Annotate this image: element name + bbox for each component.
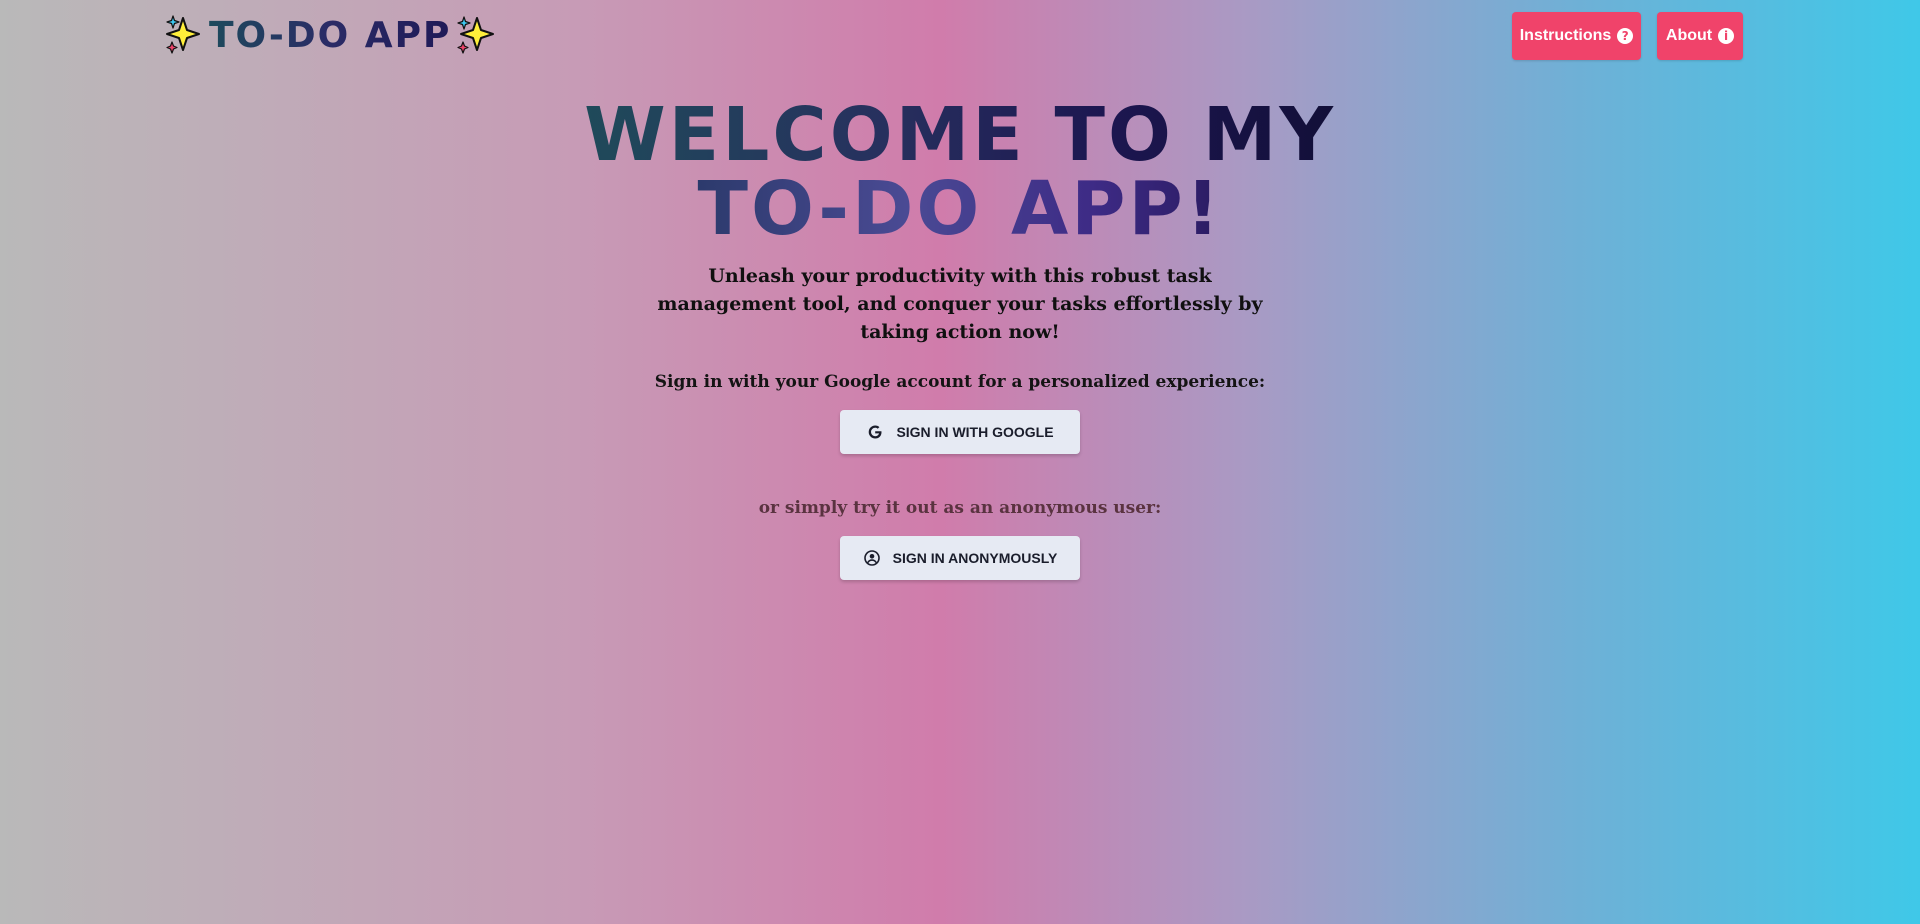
google-signin-label: SIGN IN WITH GOOGLE <box>896 424 1054 440</box>
app-logo[interactable]: TO-DO APP <box>163 14 497 56</box>
google-signin-prompt: Sign in with your Google account for a p… <box>654 372 1266 392</box>
page-title: WELCOME TO MY TO-DO APP! <box>0 98 1920 246</box>
logo-text: TO-DO APP <box>209 14 452 56</box>
question-circle-icon: ? <box>1617 28 1634 44</box>
google-icon <box>866 423 884 441</box>
anonymous-signin-prompt: or simply try it out as an anonymous use… <box>758 498 1162 518</box>
instructions-button[interactable]: Instructions ? <box>1512 12 1641 60</box>
user-circle-icon <box>863 549 881 567</box>
anonymous-signin-button[interactable]: SIGN IN ANONYMOUSLY <box>840 536 1080 580</box>
tagline: Unleash your productivity with this robu… <box>657 265 1263 343</box>
google-signin-button[interactable]: SIGN IN WITH GOOGLE <box>840 410 1080 454</box>
sparkles-icon <box>166 15 200 54</box>
sparkles-icon <box>457 16 495 54</box>
top-navbar: TO-DO APP Instructions ? About i <box>0 0 1920 76</box>
instructions-label: Instructions <box>1519 27 1612 44</box>
hero-section: WELCOME TO MY TO-DO APP! Unleash your pr… <box>0 98 1920 580</box>
anonymous-signin-label: SIGN IN ANONYMOUSLY <box>892 550 1058 566</box>
about-label: About <box>1665 27 1713 44</box>
about-button[interactable]: About i <box>1657 12 1743 60</box>
title-line-2: TO-DO APP! <box>697 166 1223 252</box>
title-line-1: WELCOME TO MY <box>584 92 1336 178</box>
info-circle-icon: i <box>1718 28 1735 44</box>
